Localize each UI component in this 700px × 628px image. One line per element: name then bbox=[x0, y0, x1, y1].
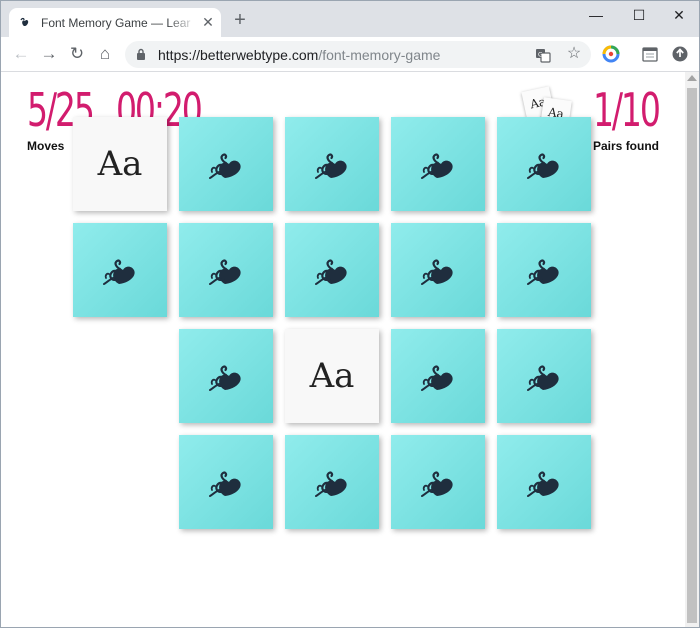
memory-card-hidden[interactable] bbox=[73, 223, 167, 317]
memory-card-hidden[interactable] bbox=[179, 117, 273, 211]
pairs-value: 1/10 bbox=[593, 83, 661, 137]
memory-card-hidden[interactable] bbox=[179, 435, 273, 529]
memory-card-hidden[interactable] bbox=[391, 329, 485, 423]
close-window-button[interactable]: ✕ bbox=[659, 4, 699, 26]
memory-card-hidden[interactable] bbox=[391, 117, 485, 211]
leaf-heart-icon bbox=[103, 259, 135, 285]
lock-icon bbox=[137, 48, 145, 60]
url-path: /font-memory-game bbox=[318, 47, 441, 63]
memory-card-hidden[interactable] bbox=[497, 435, 591, 529]
pairs-label: Pairs found bbox=[593, 139, 660, 153]
maximize-button[interactable]: ☐ bbox=[619, 4, 659, 26]
tab-title-fade bbox=[167, 12, 197, 32]
leaf-heart-icon bbox=[209, 365, 241, 391]
browser-toolbar: ← → ↻ ⌂ https://betterwebtype.com/font-m… bbox=[1, 37, 699, 72]
memory-card-hidden[interactable] bbox=[285, 117, 379, 211]
memory-card-hidden[interactable] bbox=[179, 329, 273, 423]
svg-text:G: G bbox=[538, 52, 543, 59]
memory-card-hidden[interactable] bbox=[497, 223, 591, 317]
memory-card-hidden[interactable] bbox=[391, 223, 485, 317]
card-face-text: Aa bbox=[97, 144, 143, 184]
reload-button[interactable]: ↻ bbox=[66, 43, 88, 65]
leaf-heart-icon bbox=[421, 259, 453, 285]
home-button[interactable]: ⌂ bbox=[94, 43, 116, 65]
browser-window: Font Memory Game — Learn h ✕ + — ☐ ✕ ← →… bbox=[0, 0, 700, 628]
memory-card-revealed[interactable]: Aa bbox=[285, 329, 379, 423]
memory-card-hidden[interactable] bbox=[497, 329, 591, 423]
extension-chrome-icon[interactable] bbox=[602, 45, 620, 63]
pairs-stat: 1/10 Pairs found bbox=[593, 84, 684, 153]
leaf-heart-icon bbox=[315, 259, 347, 285]
leaf-heart-icon bbox=[209, 153, 241, 179]
leaf-heart-icon bbox=[315, 471, 347, 497]
url-text: https://betterwebtype.com/font-memory-ga… bbox=[158, 47, 440, 63]
leaf-heart-icon bbox=[315, 153, 347, 179]
bookmark-star-icon[interactable]: ☆ bbox=[565, 44, 583, 64]
leaf-heart-icon bbox=[421, 471, 453, 497]
forward-button[interactable]: → bbox=[38, 43, 60, 65]
card-face-text: Aa bbox=[309, 356, 355, 396]
leaf-heart-icon bbox=[209, 259, 241, 285]
scroll-up-arrow-icon[interactable] bbox=[687, 75, 697, 81]
memory-card-revealed[interactable]: Aa bbox=[73, 117, 167, 211]
memory-card-hidden[interactable] bbox=[285, 223, 379, 317]
leaf-heart-icon bbox=[527, 365, 559, 391]
leaf-heart-icon bbox=[527, 471, 559, 497]
scrollbar-thumb[interactable] bbox=[687, 88, 697, 623]
site-favicon-icon bbox=[20, 17, 29, 27]
memory-card-hidden[interactable] bbox=[179, 223, 273, 317]
extension-calendar-icon[interactable] bbox=[641, 45, 659, 63]
minimize-button[interactable]: — bbox=[576, 4, 616, 26]
tab-strip: Font Memory Game — Learn h ✕ + — ☐ ✕ bbox=[1, 1, 699, 37]
tab-close-icon[interactable]: ✕ bbox=[199, 13, 217, 31]
back-button[interactable]: ← bbox=[10, 43, 32, 65]
leaf-heart-icon bbox=[527, 153, 559, 179]
leaf-heart-icon bbox=[421, 153, 453, 179]
page-content: 5/25 Moves 00:20 Time Aa Aa 1/10 Pairs f… bbox=[1, 72, 685, 627]
memory-card-hidden[interactable] bbox=[391, 435, 485, 529]
page-scrollbar[interactable] bbox=[685, 72, 699, 627]
memory-card-hidden[interactable] bbox=[285, 435, 379, 529]
memory-card-hidden[interactable] bbox=[497, 117, 591, 211]
tab-font-memory-game[interactable]: Font Memory Game — Learn h ✕ bbox=[9, 8, 221, 37]
leaf-heart-icon bbox=[527, 259, 559, 285]
address-bar[interactable]: https://betterwebtype.com/font-memory-ga… bbox=[125, 41, 591, 68]
translate-icon[interactable]: G bbox=[535, 47, 551, 63]
profile-update-icon[interactable] bbox=[671, 45, 689, 63]
leaf-heart-icon bbox=[209, 471, 241, 497]
new-tab-button[interactable]: + bbox=[230, 10, 250, 30]
url-host: https://betterwebtype.com bbox=[158, 47, 319, 63]
leaf-heart-icon bbox=[421, 365, 453, 391]
